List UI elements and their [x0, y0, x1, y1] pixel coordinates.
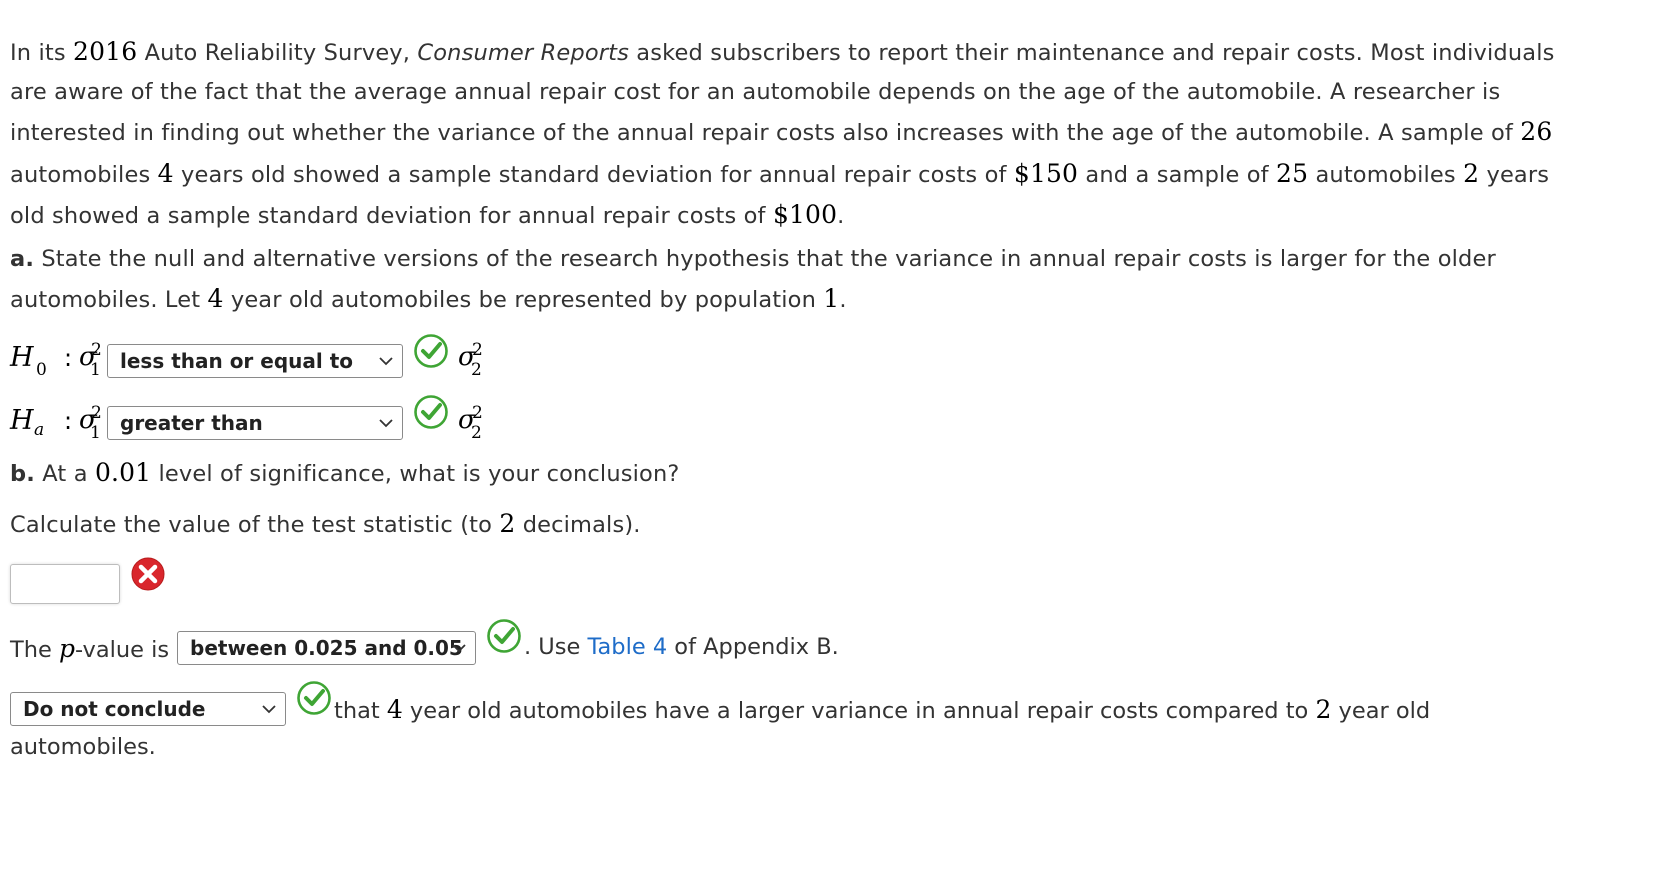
h0-subscript: 0: [36, 360, 47, 380]
ha-selected-value: greater than: [120, 411, 263, 435]
intro-text: .: [837, 202, 845, 229]
population-2-subscript: 2: [471, 360, 482, 380]
sample-size-1: 26: [1520, 117, 1553, 147]
sample-size-2: 25: [1276, 158, 1309, 188]
test-statistic-input[interactable]: [10, 564, 120, 604]
age-2: 2: [1463, 158, 1480, 188]
survey-year: 2016: [73, 37, 138, 66]
population-1-subscript: 1: [90, 360, 101, 380]
squared-superscript: 2: [472, 340, 483, 360]
p-value-label: The p-value is: [10, 634, 169, 663]
check-icon: [414, 395, 448, 429]
population-2-subscript: 2: [471, 423, 482, 443]
conclusion-text-part: that: [334, 698, 387, 724]
population-1-subscript: 1: [90, 423, 101, 443]
std-dev-1: $150: [1013, 158, 1079, 188]
ha-symbol: H: [10, 405, 34, 436]
problem-statement: In its 2016 Auto Reliability Survey, Con…: [10, 32, 1585, 236]
intro-text: and a sample of: [1078, 161, 1277, 188]
p-value-text: The: [10, 637, 59, 663]
conclusion-text-part: year old: [1331, 698, 1431, 724]
conclusion-selected-value: Do not conclude: [23, 697, 206, 721]
test-statistic-text: decimals).: [515, 512, 641, 538]
intro-text: automobiles: [1308, 161, 1464, 188]
conclusion-age-1: 4: [386, 695, 403, 724]
part-b-text: At a: [34, 461, 95, 487]
conclusion-text: that 4 year old automobiles have a large…: [334, 695, 1430, 724]
part-b-label: b.: [10, 461, 35, 487]
test-statistic-prompt: Calculate the value of the test statisti…: [10, 504, 1585, 545]
h0-relation-select[interactable]: less than or equal to: [107, 344, 403, 378]
chevron-down-icon: [452, 644, 466, 653]
source-name: Consumer Reports: [417, 40, 629, 66]
intro-text: Auto Reliability Survey,: [137, 40, 418, 66]
conclusion-age-2: 2: [1315, 695, 1332, 724]
squared-superscript: 2: [472, 403, 483, 423]
ha-relation-select[interactable]: greater than: [107, 406, 403, 440]
incorrect-x-icon: [131, 557, 165, 591]
part-a-prompt: a. State the null and alternative versio…: [10, 240, 1585, 320]
ha-subscript: a: [34, 420, 45, 440]
squared-superscript: 2: [91, 403, 102, 423]
conclusion-text-continued: automobiles.: [10, 734, 156, 760]
part-b-text: level of significance, what is your conc…: [151, 461, 680, 487]
table-4-link[interactable]: Table 4: [588, 634, 668, 660]
part-a-text: year old automobiles be represented by p…: [223, 287, 824, 314]
conclusion-text-part: year old automobiles have a larger varia…: [402, 698, 1316, 724]
part-a-age: 4: [207, 284, 224, 314]
ha-colon: :: [64, 407, 73, 435]
p-symbol: p: [59, 634, 76, 663]
decimals-count: 2: [499, 509, 516, 538]
check-icon: [414, 334, 448, 368]
significance-level: 0.01: [94, 458, 152, 487]
intro-text: In its: [10, 40, 74, 66]
intro-text: automobiles: [10, 161, 158, 188]
age-1: 4: [157, 158, 174, 188]
p-value-text: of Appendix B.: [667, 634, 839, 660]
p-value-text: -value is: [75, 637, 170, 663]
conclusion-select[interactable]: Do not conclude: [10, 692, 286, 726]
part-b-prompt: b. At a 0.01 level of significance, what…: [10, 453, 1585, 494]
p-value-text: . Use: [524, 634, 588, 660]
chevron-down-icon: [379, 357, 393, 366]
part-a-text: .: [839, 287, 847, 314]
p-value-selected-value: between 0.025 and 0.05: [190, 636, 463, 660]
squared-superscript: 2: [91, 340, 102, 360]
intro-text: years old showed a sample standard devia…: [173, 161, 1014, 188]
check-icon: [297, 681, 331, 715]
question-container: In its 2016 Auto Reliability Survey, Con…: [0, 0, 1680, 872]
h0-selected-value: less than or equal to: [120, 349, 353, 373]
std-dev-2: $100: [772, 199, 838, 229]
h0-colon: :: [64, 344, 73, 372]
chevron-down-icon: [262, 705, 276, 714]
p-value-select[interactable]: between 0.025 and 0.05: [177, 631, 476, 665]
part-a-label: a.: [10, 246, 35, 272]
check-icon: [487, 619, 521, 653]
h0-symbol: H: [10, 342, 34, 373]
population-number: 1: [823, 284, 840, 314]
test-statistic-text: Calculate the value of the test statisti…: [10, 512, 500, 538]
chevron-down-icon: [379, 419, 393, 428]
table-reference: . Use Table 4 of Appendix B.: [524, 634, 839, 660]
